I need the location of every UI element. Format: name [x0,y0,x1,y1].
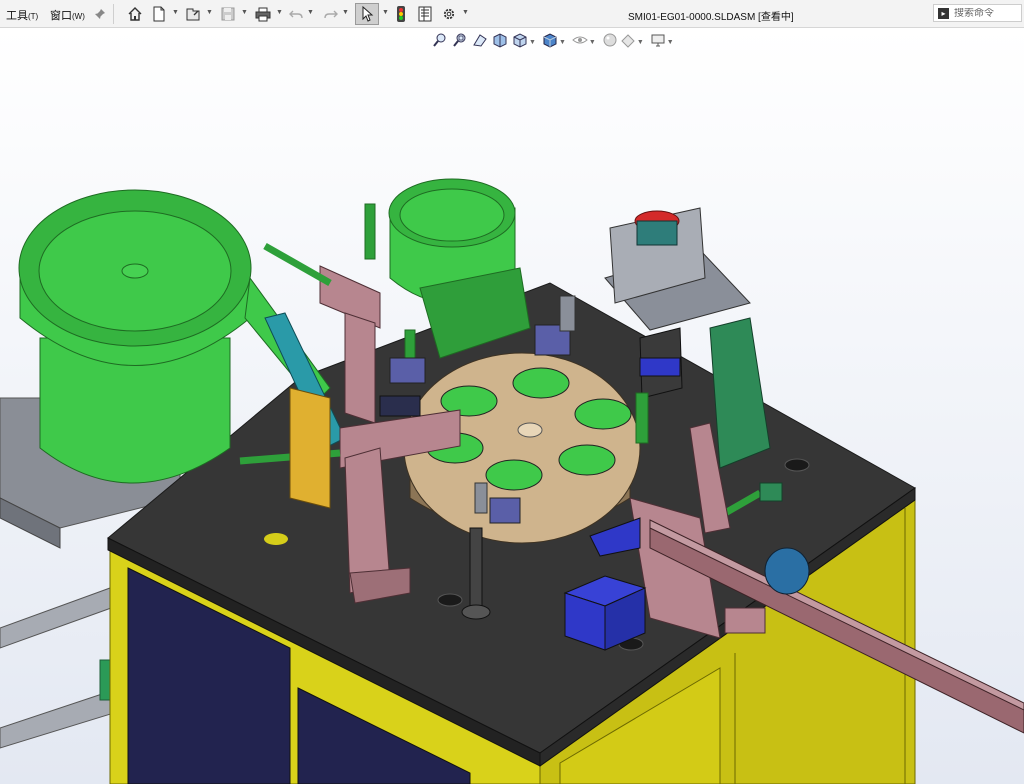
select-dropdown-chevron-icon[interactable]: ▼ [382,9,389,16]
open-dropdown-chevron-icon[interactable]: ▼ [206,9,213,16]
traffic-light-icon[interactable] [393,3,409,25]
toolbar-separator [113,4,114,24]
undo-dropdown-chevron-icon[interactable]: ▼ [307,9,314,16]
save-icon[interactable] [218,3,238,25]
print-icon[interactable] [253,3,273,25]
undo-icon[interactable] [287,3,305,25]
search-command-icon: ▸ [938,7,949,19]
assembly-model[interactable] [0,28,1024,784]
file-properties-icon[interactable] [416,3,434,25]
open-icon[interactable] [183,3,203,25]
redo-icon[interactable] [322,3,340,25]
new-document-icon[interactable] [150,3,168,25]
redo-dropdown-chevron-icon[interactable]: ▼ [342,9,349,16]
save-dropdown-chevron-icon[interactable]: ▼ [241,9,248,16]
home-icon[interactable] [124,3,146,25]
options-dropdown-chevron-icon[interactable]: ▼ [462,9,469,16]
top-toolbar: 工具(T) 窗口(W) ▼ ▼ ▼ ▼ ▼ ▼ ▼ ▼ SMI01-EG01-0… [0,0,1024,28]
document-title: SMI01-EG01-0000.SLDASM [查看中] [628,12,794,23]
pin-icon[interactable] [93,3,107,25]
menu-tools[interactable]: 工具(T) [6,7,38,23]
select-cursor-icon[interactable] [355,3,379,25]
graphics-area[interactable]: ▼ ▼ ▼ ▼ ▼ [0,28,1024,784]
new-dropdown-chevron-icon[interactable]: ▼ [172,9,179,16]
options-gear-icon[interactable] [440,3,458,25]
search-input[interactable] [954,7,1016,19]
menu-window[interactable]: 窗口(W) [50,7,85,23]
print-dropdown-chevron-icon[interactable]: ▼ [276,9,283,16]
search-box[interactable]: ▸ [933,4,1022,22]
